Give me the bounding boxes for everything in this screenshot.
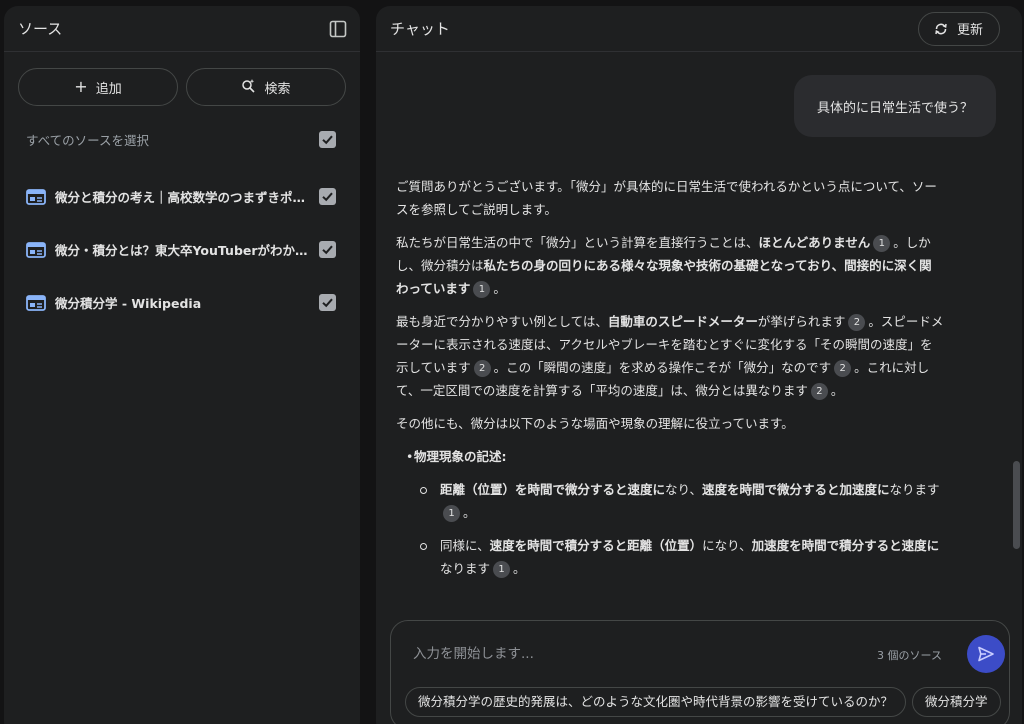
search-sparkle-icon [241,78,256,97]
citation-badge[interactable]: 1 [873,235,891,252]
source-checkbox[interactable] [319,294,336,311]
add-source-label: 追加 [95,81,122,97]
source-item[interactable]: 微分・積分とは？東大卒YouTuberがわかりやすく解説 [4,223,360,276]
chat-header: チャット 更新 [376,6,1022,52]
citation-badge[interactable]: 2 [834,360,852,377]
suggestion-chip[interactable]: 微分積分学 [912,687,1001,717]
source-item[interactable]: 微分積分学 - Wikipedia [4,276,360,329]
suggestion-chips: 微分積分学の歴史的発展は、どのような文化圏や時代背景の影響を受けているのか？ 微分… [405,687,1009,721]
citation-badge[interactable]: 2 [810,383,828,400]
source-title: 微分・積分とは？東大卒YouTuberがわかりやすく解説 [55,243,309,258]
response-paragraph: ご質問ありがとうございます。「微分」が具体的に日常生活で使われるかという点につい… [396,179,937,217]
citation-badge[interactable]: 2 [473,360,491,377]
citation-badge[interactable]: 1 [473,281,491,298]
source-count: 3 個のソース [877,649,942,662]
source-title: 微分と積分の考え｜高校数学のつまずきポイント [55,190,309,205]
chat-panel: チャット 更新 具体的に日常生活で使う？ ご質問ありがとうございます。「微分」が… [376,6,1022,724]
citation-badge[interactable]: 1 [443,505,460,522]
source-title: 微分積分学 - Wikipedia [55,296,202,311]
refresh-button[interactable]: 更新 [917,11,1000,46]
collapse-panel-icon[interactable] [328,19,348,39]
list-item: 同様に、速度を時間で積分すると距離（位置）になり、加速度を時間で積分すると速度に… [414,534,944,580]
citation-badge[interactable]: 2 [848,314,866,331]
web-page-icon [26,188,46,205]
source-checkbox[interactable] [319,188,336,205]
chat-messages[interactable]: 具体的に日常生活で使う？ ご質問ありがとうございます。「微分」が具体的に日常生活… [376,53,1022,614]
search-source-label: 検索 [264,81,291,97]
response-paragraph: その他にも、微分は以下のような場面や現象の理解に役立っています。 [396,416,794,431]
user-message: 具体的に日常生活で使う？ [794,75,996,137]
refresh-icon [935,23,947,34]
source-item[interactable]: 微分と積分の考え｜高校数学のつまずきポイント [4,170,360,223]
suggestion-chip[interactable]: 微分積分学の歴史的発展は、どのような文化圏や時代背景の影響を受けているのか？ [405,687,907,717]
web-page-icon [26,294,46,311]
list-item: 物理現象の記述: 距離（位置）を時間で微分すると速度になり、速度を時間で微分する… [396,445,944,580]
chat-scrollbar[interactable] [1013,461,1020,549]
select-all-label: すべてのソースを選択 [26,132,150,148]
refresh-label: 更新 [956,23,983,38]
plus-icon: + [74,77,88,96]
select-all-checkbox[interactable] [319,130,336,148]
sources-panel: ソース + 追加 検索 すべてのソースを選択 微分と積分の考え｜高校数学のつまず… [4,6,360,724]
chat-input[interactable] [413,643,853,665]
web-page-icon [26,241,46,258]
list-item: 距離（位置）を時間で微分すると速度になり、速度を時間で微分すると加速度になります… [414,478,944,524]
search-source-button[interactable]: 検索 [186,68,346,106]
sources-header: ソース [4,6,360,52]
sources-title: ソース [18,20,63,38]
chat-title: チャット [390,20,450,38]
response-bullet-list: 物理現象の記述: 距離（位置）を時間で微分すると速度になり、速度を時間で微分する… [396,445,944,580]
select-all-row: すべてのソースを選択 [4,128,360,150]
assistant-response: ご質問ありがとうございます。「微分」が具体的に日常生活で使われるかという点につい… [396,175,944,590]
source-list: 微分と積分の考え｜高校数学のつまずきポイント 微分・積分とは？東大卒YouTub… [4,170,360,329]
send-button[interactable] [967,635,1005,673]
add-source-button[interactable]: + 追加 [18,68,178,106]
citation-badge[interactable]: 1 [493,561,511,578]
chat-input-box: 3 個のソース 微分積分学の歴史的発展は、どのような文化圏や時代背景の影響を受け… [390,620,1010,724]
send-icon [978,646,994,662]
response-paragraph: 私たちが日常生活の中で「微分」という計算を直接行うことは、ほとんどありません 1。… [396,235,932,298]
response-paragraph: 最も身近で分かりやすい例としては、自動車のスピードメーターが挙げられます 2 。スピ… [396,314,944,400]
source-checkbox[interactable] [319,241,336,258]
